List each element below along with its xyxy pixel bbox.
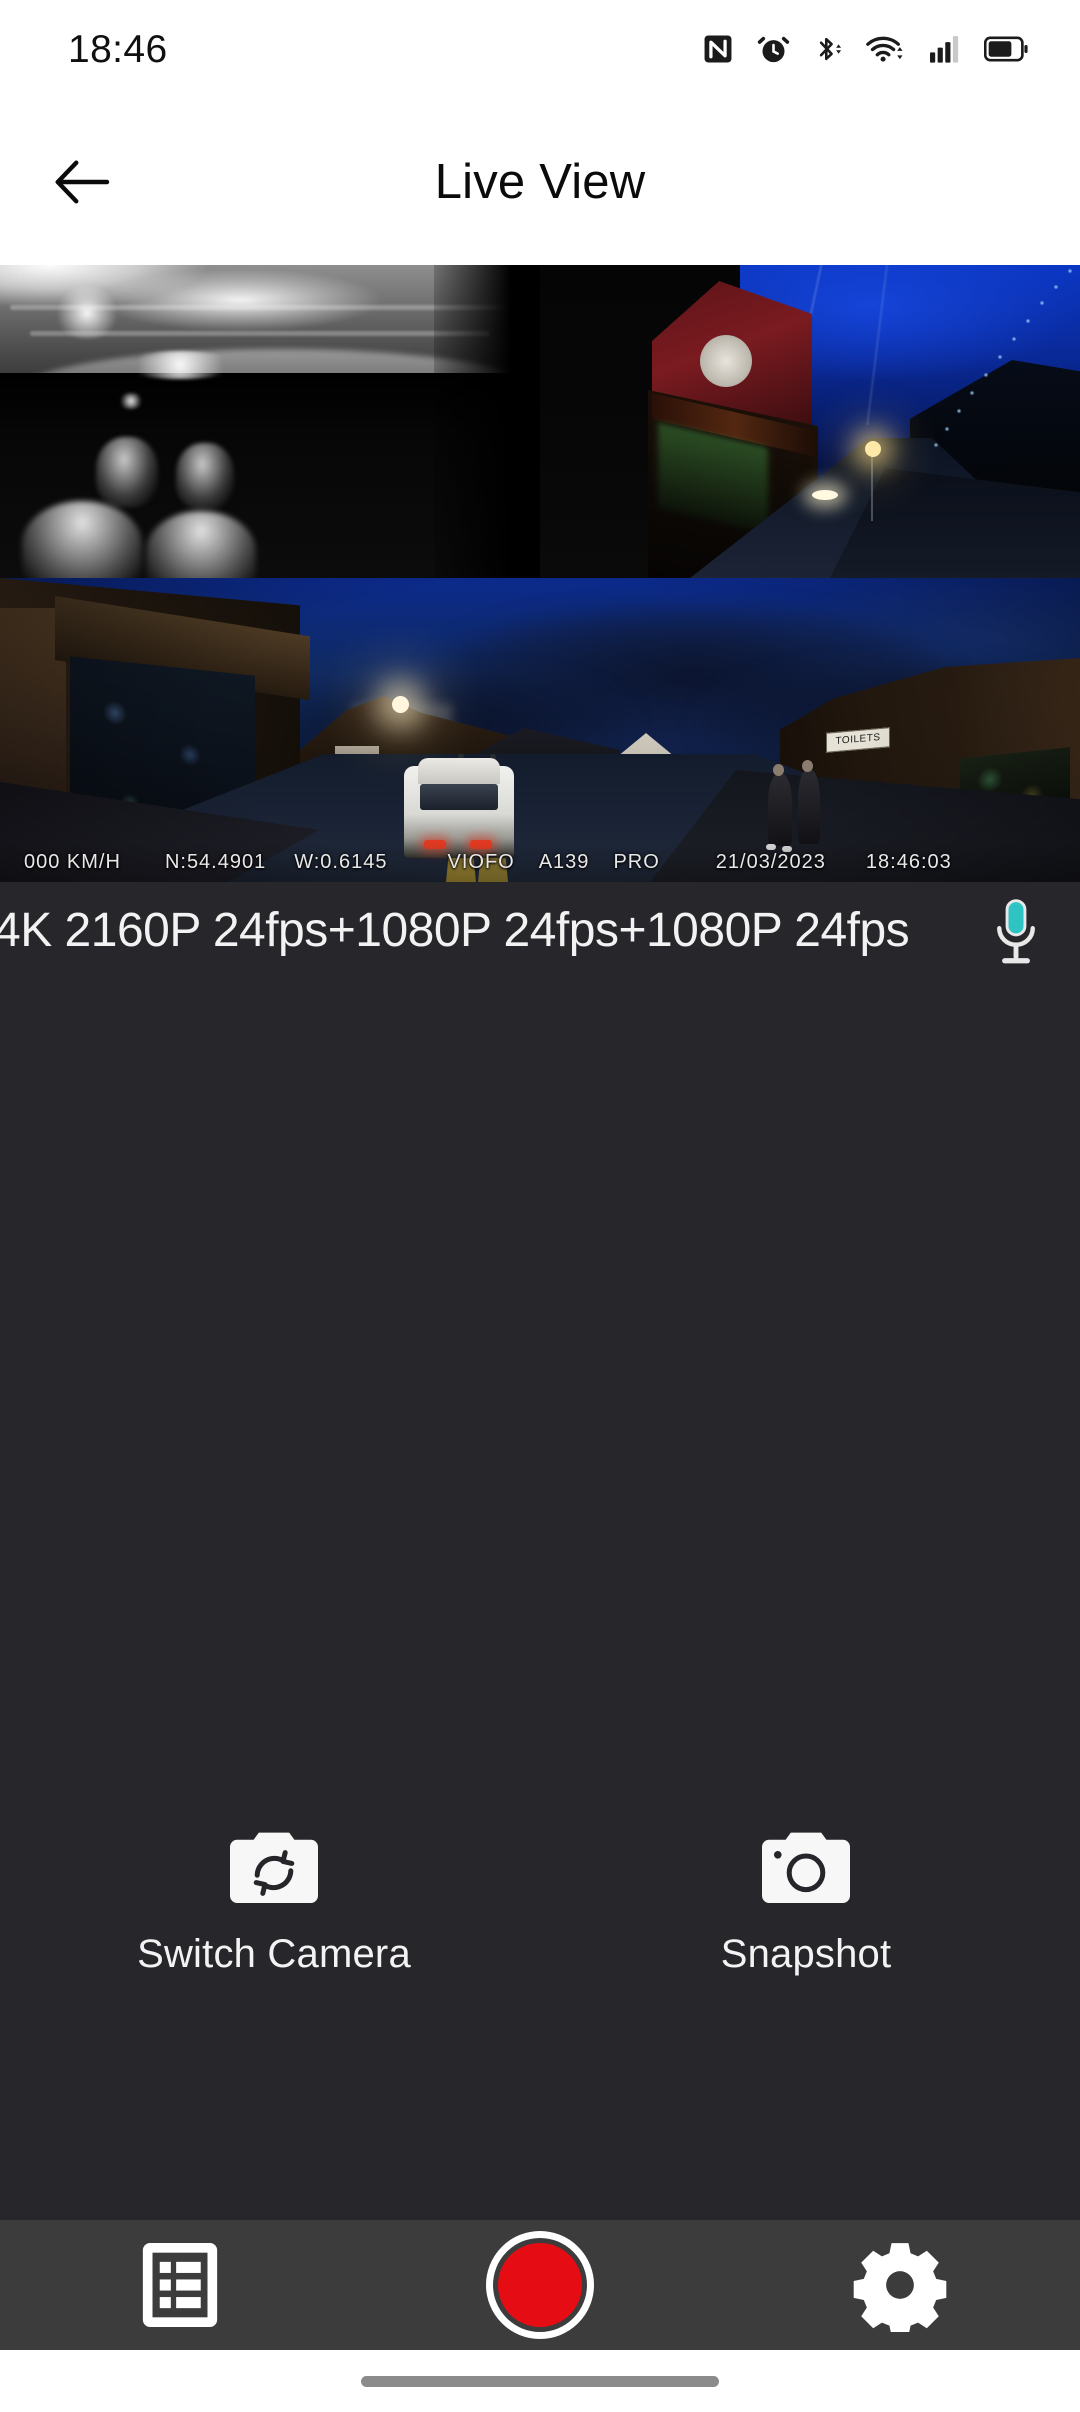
bluetooth-icon [819, 37, 842, 61]
osd-latitude: N:54.4901 [164, 850, 267, 873]
osd-date: 21/03/2023 [715, 850, 826, 873]
file-list-icon [142, 2243, 218, 2327]
record-button-icon [485, 2231, 594, 2339]
street-lamp-light [865, 441, 881, 457]
cellular-signal-icon [930, 36, 959, 63]
osd-model: A139 [538, 850, 590, 873]
wifi-icon [866, 36, 903, 62]
page-title: Live View [434, 154, 646, 209]
resolution-label: 4K 2160P 24fps+1080P 24fps+1080P 24fps [0, 904, 910, 957]
ir-passenger-body [22, 501, 142, 578]
video-osd-overlay: 000 KM/H N:54.4901 W:0.6145 VIOFO A139 P… [0, 842, 1080, 882]
lens-vignette [0, 578, 1080, 882]
app-bar: Live View [0, 98, 1080, 265]
string-lights [820, 265, 1080, 515]
ir-passenger [96, 437, 158, 507]
nav-item-settings[interactable] [720, 2220, 1080, 2350]
settings-gear-icon [853, 2243, 947, 2332]
resolution-bar: 4K 2160P 24fps+1080P 24fps+1080P 24fps [0, 882, 1080, 980]
home-gesture-bar [0, 2350, 1080, 2412]
snapshot-label: Snapshot [720, 1932, 892, 1976]
home-indicator[interactable] [361, 2375, 719, 2387]
ir-pillar-shadow [434, 265, 540, 578]
snapshot-camera-icon [762, 1832, 850, 1903]
round-shop-sign [700, 335, 752, 387]
ir-passenger [176, 443, 234, 509]
battery-icon [984, 36, 1028, 62]
osd-variant: PRO [613, 850, 660, 873]
ir-spot-light [118, 393, 144, 409]
osd-brand: VIOFO [447, 850, 515, 873]
split-camera-row [0, 265, 1080, 578]
street-lamp-post [871, 451, 873, 521]
status-bar-icons [701, 32, 1028, 66]
alarm-clock-icon [757, 36, 790, 62]
oncoming-headlights [812, 490, 838, 500]
switch-camera-icon [230, 1832, 318, 1903]
snapshot-button[interactable]: Snapshot [540, 1830, 1080, 2030]
switch-camera-label: Switch Camera [137, 1932, 411, 1976]
osd-longitude: W:0.6145 [294, 850, 388, 873]
osd-speed: 000 KM/H [24, 850, 121, 873]
live-view-video[interactable]: TOILETS 000 KM/H N:54.4901 W:0.6145 VIOF… [0, 265, 1080, 882]
action-buttons: Switch Camera Snapshot [0, 1830, 1080, 2030]
ir-spot-light [52, 287, 122, 339]
interior-ir-camera-panel [0, 265, 540, 578]
record-button-fill [497, 2243, 582, 2327]
nav-item-record[interactable] [360, 2220, 720, 2350]
front-camera-top-panel [540, 265, 1080, 578]
status-bar: 18:46 [0, 0, 1080, 98]
ir-spot-light [120, 351, 240, 379]
nav-item-files[interactable] [0, 2220, 360, 2350]
bottom-navigation-bar [0, 2220, 1080, 2350]
nfc-icon [704, 35, 732, 63]
back-arrow-icon [55, 160, 110, 203]
switch-camera-button[interactable]: Switch Camera [0, 1830, 540, 2030]
front-camera-main-panel: TOILETS [0, 578, 1080, 882]
back-button[interactable] [36, 136, 128, 228]
microphone-icon[interactable] [986, 896, 1046, 966]
osd-time: 18:46:03 [865, 850, 952, 873]
status-bar-clock: 18:46 [68, 27, 168, 71]
